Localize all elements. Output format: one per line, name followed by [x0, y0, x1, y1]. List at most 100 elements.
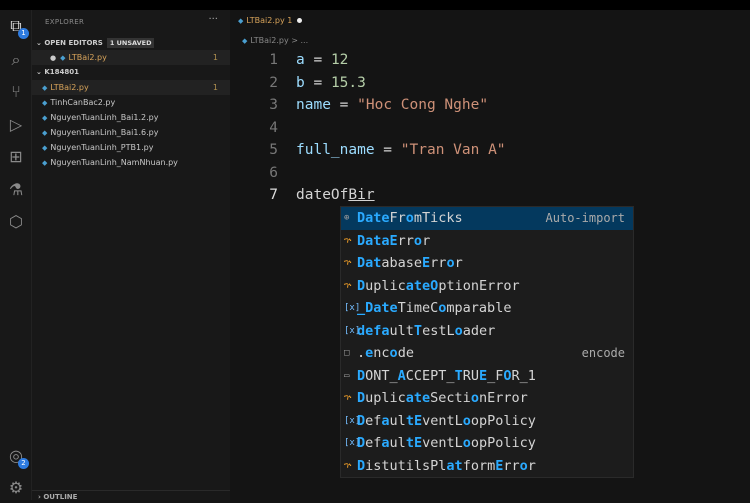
python-file-icon: ◆ — [60, 54, 66, 62]
python-file-icon: ◆ — [42, 159, 48, 167]
suggestion-item[interactable]: ኍ DuplicateOptionError — [341, 275, 633, 298]
file-item[interactable]: ◆ TinhCanBac2.py — [32, 95, 230, 110]
suggestion-text: ventL — [422, 435, 463, 451]
suggestion-text: ef — [365, 412, 382, 429]
code-line[interactable]: 7 dateOfBir — [230, 184, 506, 207]
open-editors-section[interactable]: ⌄ OPEN EDITORS 1 UNSAVED — [32, 36, 230, 51]
explorer-icon[interactable]: ⧉ 1 — [6, 16, 29, 39]
suggestion-item[interactable]: □ .encode encode — [341, 342, 633, 365]
suggestion-text: ult — [389, 322, 414, 339]
tab-label: LTBai2.py — [246, 16, 285, 25]
suggestion-text: de — [397, 345, 414, 361]
match-highlight: ate — [405, 390, 431, 406]
match-highlight: at — [446, 457, 463, 474]
code-token: Bir — [348, 187, 375, 203]
suggestion-item[interactable]: ኍ DatabaseError — [341, 252, 633, 275]
match-highlight: D — [357, 367, 366, 384]
match-highlight: _Date — [357, 300, 398, 316]
match-highlight: E — [478, 367, 488, 384]
python-file-icon: ◆ — [242, 37, 248, 45]
activity-bar: ⧉ 1 ⌕ ⑂ ▷ ⊞ ⚗ ⬡ ◎ 2 ⚙ — [0, 10, 32, 500]
match-highlight: D — [357, 457, 366, 474]
code-token: = — [304, 74, 331, 91]
match-highlight: o — [405, 210, 414, 226]
section-label: OPEN EDITORS — [44, 39, 103, 47]
suggestion-text: rr — [430, 255, 447, 271]
file-name: TinhCanBac2.py — [50, 98, 116, 107]
accounts-badge: 2 — [18, 458, 29, 469]
code-token: = — [304, 52, 331, 68]
file-name: LTBai2.py — [50, 83, 89, 92]
folder-label: K184801 — [44, 68, 79, 76]
suggestion-item[interactable]: [x] defaultTestLoader — [341, 320, 633, 343]
editor-tab[interactable]: ◆ LTBai2.py 1 — [230, 10, 303, 32]
match-highlight: E — [422, 255, 431, 271]
close-dot-icon[interactable]: ● — [50, 54, 56, 62]
line-number: 6 — [269, 164, 278, 181]
folder-k184801[interactable]: ⌄ K184801 — [32, 65, 230, 80]
python-file-icon: ◆ — [42, 84, 48, 92]
tab-problem-count: 1 — [287, 16, 293, 25]
suggestion-item[interactable]: ▭ DONT_ACCEPT_TRUE_FOR_1 — [341, 365, 633, 388]
match-highlight: a — [381, 412, 390, 429]
code-line[interactable]: 4 — [230, 117, 506, 140]
run-debug-icon[interactable]: ▷ — [6, 115, 26, 135]
python-file-icon: ◆ — [238, 17, 244, 25]
code-token: b — [296, 74, 305, 91]
testing-icon[interactable]: ⚗ — [6, 180, 26, 200]
settings-gear-icon[interactable]: ⚙ — [6, 478, 26, 498]
file-item[interactable]: ◆ NguyenTuanLinh_PTB1.py — [32, 140, 230, 155]
var-kind-icon: [x] — [344, 325, 361, 336]
code-line[interactable]: 3 name = "Hoc Cong Nghe" — [230, 94, 506, 117]
code-token: 15.3 — [330, 74, 366, 91]
code-line[interactable]: 2 b = 15.3 — [230, 72, 506, 95]
match-highlight: ate — [405, 277, 431, 294]
suggestion-text: ONT_ — [365, 367, 398, 384]
code-token: "Tran Van A" — [400, 142, 506, 158]
match-highlight: o — [389, 345, 398, 361]
match-highlight: E — [389, 232, 398, 249]
suggestion-item[interactable]: ኍ DataError — [341, 230, 633, 253]
match-highlight: D — [357, 390, 366, 406]
breadcrumb[interactable]: ◆ LTBai2.py > ... — [242, 36, 308, 45]
suggestion-item[interactable]: [x] DefaultEventLoopPolicy — [341, 432, 633, 455]
match-highlight: o — [413, 232, 423, 249]
suggestion-item[interactable]: [x] _DateTimeComparable — [341, 297, 633, 320]
suggestion-item[interactable]: ኍ DistutilsPlatformError — [341, 455, 633, 478]
match-highlight: o — [519, 457, 528, 474]
suggestion-text: ptionError — [438, 277, 520, 294]
suggestion-text: R_1 — [511, 367, 536, 384]
unsaved-dot-icon[interactable] — [297, 18, 303, 23]
more-actions-button[interactable]: ··· — [208, 14, 218, 25]
suggestion-text: istutilsPl — [365, 457, 447, 474]
match-highlight: def — [357, 322, 382, 339]
code-line[interactable]: 6 — [230, 162, 506, 185]
file-item[interactable]: ◆ NguyenTuanLinh_Bai1.2.py — [32, 110, 230, 125]
match-highlight: T — [413, 322, 423, 339]
match-highlight: Data — [357, 232, 390, 249]
open-editor-item[interactable]: ● ◆ LTBai2.py 1 — [32, 50, 230, 65]
search-icon[interactable]: ⌕ — [6, 50, 26, 70]
file-item[interactable]: ◆ NguyenTuanLinh_Bai1.6.py — [32, 125, 230, 140]
match-highlight: tE — [405, 412, 423, 429]
match-highlight: o — [462, 435, 471, 451]
suggestion-detail: Auto-import — [545, 211, 625, 225]
outline-section[interactable]: › OUTLINE — [32, 490, 230, 503]
extensions-icon[interactable]: ⊞ — [6, 147, 26, 167]
suggestion-item[interactable]: ኍ DuplicateSectionError — [341, 387, 633, 410]
suggestion-text: ader — [462, 322, 496, 339]
code-area[interactable]: 1 a = 12 2 b = 15.3 3 name = "Hoc Cong Nghe" 4… — [230, 49, 506, 207]
code-token: = — [374, 142, 401, 158]
suggestion-item[interactable]: ⊕ DateFromTicks Auto-import — [341, 207, 633, 230]
file-item[interactable]: ◆ NguyenTuanLinh_NamNhuan.py — [32, 155, 230, 170]
source-control-icon[interactable]: ⑂ — [6, 82, 26, 102]
code-line[interactable]: 5 full_name = "Tran Van A" — [230, 139, 506, 162]
accounts-icon[interactable]: ◎ 2 — [6, 446, 29, 469]
file-item[interactable]: ◆ LTBai2.py 1 — [32, 80, 230, 95]
code-line[interactable]: 1 a = 12 — [230, 49, 506, 72]
suggestion-text: opPolicy — [470, 412, 536, 429]
file-name: NguyenTuanLinh_Bai1.6.py — [50, 128, 159, 137]
line-number: 4 — [269, 119, 278, 136]
suggestion-item[interactable]: [x] DefaultEventLoopPolicy — [341, 410, 633, 433]
remote-icon[interactable]: ⬡ — [6, 212, 26, 232]
